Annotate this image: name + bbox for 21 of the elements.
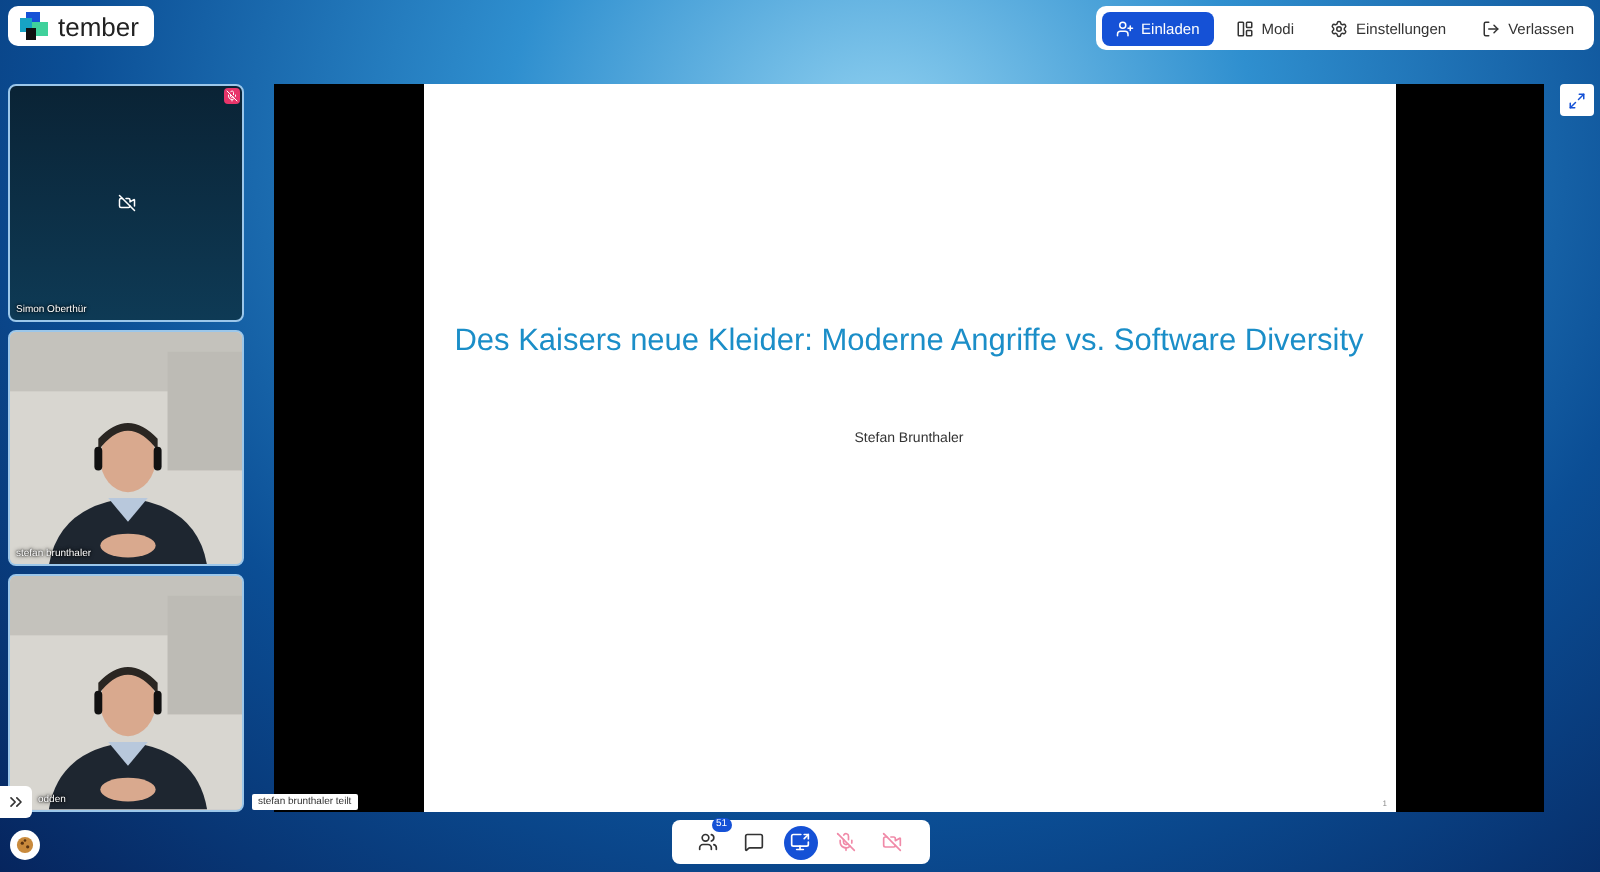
microphone-off-icon bbox=[836, 832, 856, 852]
camera-off-icon bbox=[117, 193, 135, 212]
brand-name: tember bbox=[58, 11, 139, 41]
logo-card[interactable]: tember bbox=[8, 6, 155, 46]
sidebar-toggle-button[interactable] bbox=[0, 786, 32, 818]
screen-button[interactable] bbox=[783, 825, 817, 859]
chevrons-icon bbox=[6, 792, 26, 812]
modes-icon bbox=[1235, 19, 1254, 37]
users-icon bbox=[698, 832, 718, 852]
expand-icon bbox=[1568, 91, 1586, 109]
invite-icon bbox=[1115, 19, 1134, 37]
settings-icon bbox=[1330, 19, 1349, 37]
screen-share-icon bbox=[790, 832, 810, 852]
camera-off-icon bbox=[882, 832, 902, 852]
cookie-icon bbox=[16, 836, 34, 854]
cookie-button[interactable] bbox=[10, 830, 40, 860]
expand-button[interactable] bbox=[1560, 84, 1594, 116]
slide-title: Des Kaisers neue Kleider: Moderne Angriffe vs. Software Diversity bbox=[454, 324, 1364, 360]
leave-icon bbox=[1482, 19, 1501, 37]
logo-icon bbox=[20, 12, 48, 40]
chat-icon bbox=[744, 832, 764, 852]
